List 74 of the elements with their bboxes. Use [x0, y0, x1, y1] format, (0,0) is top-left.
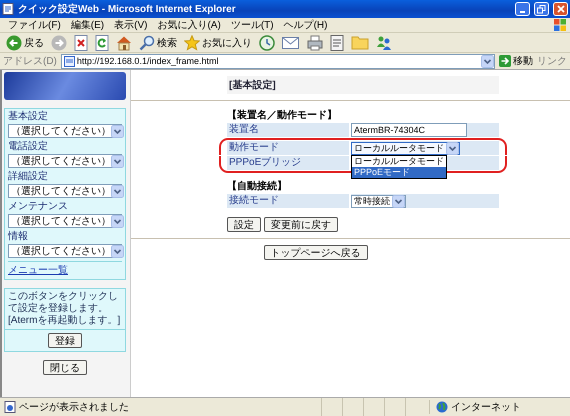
top-page-button[interactable]: トップページへ戻る [264, 245, 368, 260]
right-arrow-icon [499, 55, 511, 67]
restore-button[interactable] [534, 2, 549, 16]
restore-icon [537, 4, 546, 14]
address-field[interactable]: http://192.168.0.1/index_frame.html [60, 54, 495, 68]
menu-select[interactable]: （選択してください） [8, 154, 122, 168]
register-note: このボタンをクリックして設定を登録します。[Atermを再起動します。] [7, 290, 122, 328]
menu-group-label: メンテナンス [8, 201, 69, 213]
zone-label: インターネット [451, 401, 521, 414]
menu-item[interactable]: ヘルプ(H) [280, 18, 332, 32]
address-label: アドレス(D) [3, 55, 57, 68]
close-window-button[interactable]: 閉じる [43, 360, 87, 375]
menu-select[interactable]: （選択してください） [8, 214, 122, 228]
people-icon [376, 34, 392, 50]
section-heading: 【装置名／動作モード】 [227, 109, 338, 122]
window-title: クイック設定Web - Microsoft Internet Explorer [18, 2, 237, 16]
select-field[interactable]: 常時接続 [351, 194, 406, 208]
menu-group-label: 基本設定 [8, 111, 49, 123]
field-label: 動作モード [227, 141, 349, 155]
edit-button[interactable] [328, 34, 346, 50]
back-button[interactable]: 戻る [4, 34, 46, 50]
page-icon [2, 3, 14, 15]
envelope-icon [282, 36, 300, 50]
close-icon [556, 5, 564, 13]
menu-item[interactable]: 編集(E) [66, 18, 108, 32]
field-label: 接続モード [227, 194, 349, 208]
section-heading: 【自動接続】 [227, 180, 288, 193]
menu-group-label: 電話設定 [8, 141, 49, 153]
document-icon [330, 34, 344, 50]
star-icon [184, 34, 200, 50]
refresh-button[interactable] [93, 34, 111, 50]
minimize-button[interactable] [515, 2, 530, 16]
apply-button[interactable]: 設定 [227, 217, 261, 232]
printer-icon [307, 34, 323, 50]
dropdown-option[interactable]: PPPoEモード [352, 167, 446, 178]
menu-group-label: 情報 [8, 231, 29, 243]
go-button[interactable]: 移動 [499, 54, 533, 68]
refresh-icon [95, 34, 109, 50]
logo-icon [554, 19, 566, 31]
messenger-button[interactable] [374, 34, 394, 50]
field-label: 装置名 [227, 123, 349, 137]
field-label: PPPoEブリッジ [227, 156, 349, 170]
mail-button[interactable] [280, 36, 302, 50]
page-icon [4, 401, 16, 413]
search-icon [139, 34, 155, 50]
menu-select[interactable]: （選択してください） [8, 184, 122, 198]
page-icon [64, 56, 75, 66]
stop-button[interactable] [72, 34, 90, 50]
folder-icon [351, 35, 369, 50]
favorites-button[interactable]: お気に入り [182, 34, 254, 50]
clock-icon [259, 34, 275, 50]
dropdown-option[interactable]: ローカルルータモード [352, 156, 446, 167]
select-field[interactable]: ローカルルータモード [351, 142, 460, 154]
menu-item[interactable]: 表示(V) [110, 18, 152, 32]
menu-item[interactable]: ファイル(F) [4, 18, 65, 32]
stop-icon [74, 34, 88, 50]
menu-select[interactable]: （選択してください） [8, 124, 122, 138]
menu-item[interactable]: お気に入り(A) [153, 18, 225, 32]
revert-button[interactable]: 変更前に戻す [264, 217, 338, 232]
search-button[interactable]: 検索 [137, 34, 179, 50]
close-button[interactable] [553, 2, 568, 16]
text-field[interactable]: AtermBR-74304C [351, 123, 467, 137]
menu-item[interactable]: ツール(T) [226, 18, 278, 32]
globe-icon [436, 401, 448, 413]
links-label[interactable]: リンク [537, 54, 567, 68]
menu-list-link[interactable]: メニュー一覧 [8, 261, 122, 277]
history-button[interactable] [257, 34, 277, 50]
register-button[interactable]: 登録 [48, 333, 82, 348]
menu-select[interactable]: （選択してください） [8, 244, 122, 258]
page-title: [基本設定] [227, 76, 499, 94]
print-button[interactable] [305, 34, 325, 50]
status-text: ページが表示されました [19, 400, 129, 414]
menu-group-label: 詳細設定 [8, 171, 49, 183]
home-icon [116, 34, 132, 50]
